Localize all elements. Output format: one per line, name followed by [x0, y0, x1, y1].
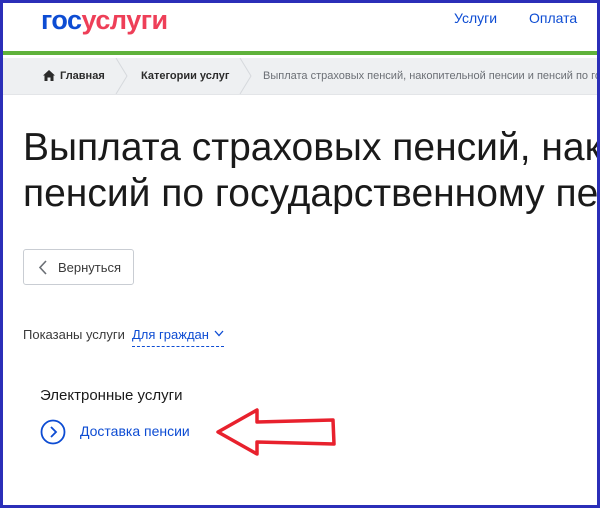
red-annotation-arrow — [216, 408, 336, 456]
screenshot-frame: госуслуги Услуги Оплата Главная Категори… — [0, 0, 600, 508]
back-button-label: Вернуться — [58, 260, 122, 275]
breadcrumb-separator — [115, 58, 128, 94]
breadcrumb-home[interactable]: Главная — [60, 58, 105, 94]
audience-filter-dropdown[interactable]: Для граждан — [132, 327, 224, 347]
breadcrumb-current: Выплата страховых пенсий, накопительной … — [263, 70, 600, 82]
page-title-line-1: Выплата страховых пенсий, накопительной … — [23, 126, 600, 169]
circle-chevron-right-icon — [40, 419, 66, 445]
service-item-label: Доставка пенсии — [80, 423, 190, 439]
page-title: Выплата страховых пенсий, накопительной … — [23, 125, 600, 217]
breadcrumb-separator — [239, 58, 252, 94]
site-header: госуслуги Услуги Оплата — [3, 3, 597, 53]
chevron-left-icon — [38, 260, 47, 275]
back-button[interactable]: Вернуться — [23, 249, 134, 285]
logo-part-uslugi: услуги — [81, 5, 169, 35]
filter-label: Показаны услуги — [23, 327, 125, 342]
chevron-down-icon — [214, 330, 224, 337]
breadcrumb: Главная Категории услуг Выплата страховы… — [3, 58, 597, 95]
nav-link-services[interactable]: Услуги — [454, 10, 497, 26]
breadcrumb-categories[interactable]: Категории услуг — [141, 58, 229, 94]
home-icon — [43, 70, 55, 81]
page-title-line-2: пенсий по государственному пенсионному о… — [23, 172, 599, 215]
logo-part-gos: гос — [41, 5, 82, 35]
nav-link-payment[interactable]: Оплата — [529, 10, 577, 26]
header-accent-line — [3, 51, 597, 55]
gosuslugi-logo[interactable]: госуслуги — [41, 5, 168, 35]
audience-filter-value: Для граждан — [132, 327, 209, 342]
electronic-services-heading: Электронные услуги — [40, 387, 183, 404]
